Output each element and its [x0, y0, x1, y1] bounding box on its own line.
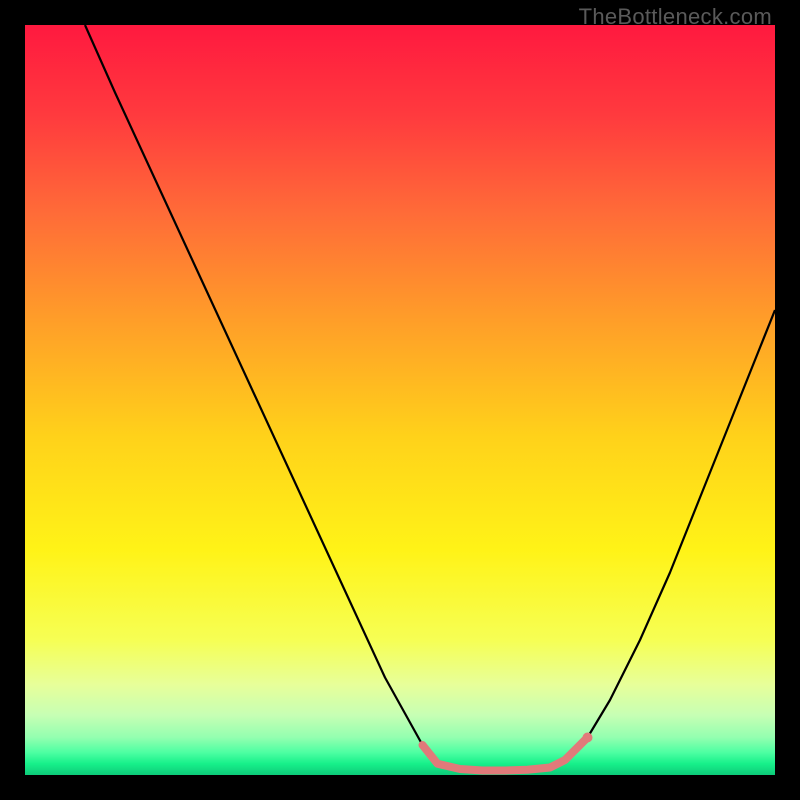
chart-background: [25, 25, 775, 775]
chart-container: TheBottleneck.com: [0, 0, 800, 800]
chart-plot: [25, 25, 775, 775]
marker-plateau-end-dot: [583, 733, 593, 743]
